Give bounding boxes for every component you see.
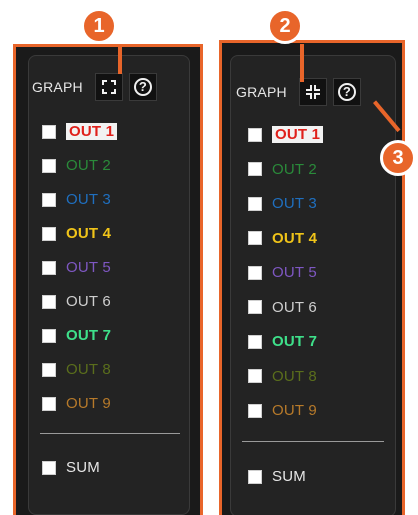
channel-row[interactable]: OUT 8 (248, 368, 317, 385)
help-button[interactable]: ? (128, 73, 157, 101)
channel-row[interactable]: OUT 8 (42, 361, 111, 378)
callout-connector (118, 46, 122, 74)
channel-label: OUT 1 (272, 126, 324, 143)
graph-header: GRAPH ? (32, 73, 157, 101)
channel-checkbox[interactable] (42, 158, 56, 173)
channel-checkbox[interactable] (42, 226, 56, 241)
channel-label: OUT 6 (66, 293, 111, 310)
channel-label: OUT 7 (272, 333, 318, 350)
channel-row[interactable]: OUT 3 (248, 195, 317, 212)
channel-checkbox[interactable] (42, 396, 56, 411)
channel-checkbox[interactable] (248, 196, 262, 211)
channel-row[interactable]: OUT 7 (42, 327, 111, 344)
channel-checkbox[interactable] (42, 124, 56, 139)
channel-checkbox[interactable] (42, 192, 56, 207)
graph-title: GRAPH (236, 84, 287, 100)
help-icon: ? (337, 83, 356, 101)
help-icon: ? (133, 78, 152, 96)
channel-row[interactable]: OUT 7 (248, 333, 317, 350)
sum-checkbox[interactable] (248, 469, 262, 484)
channel-checkbox[interactable] (42, 328, 56, 343)
collapse-button[interactable] (298, 78, 327, 106)
channel-row[interactable]: OUT 4 (42, 225, 111, 242)
channel-label: OUT 1 (66, 123, 118, 140)
channel-checkbox[interactable] (248, 127, 262, 142)
callout-badge-1: 1 (81, 8, 117, 44)
divider (40, 433, 180, 434)
channel-label: OUT 5 (272, 264, 317, 281)
channel-checkbox[interactable] (248, 334, 262, 349)
channel-checkbox[interactable] (248, 403, 262, 418)
channel-row[interactable]: OUT 2 (248, 161, 317, 178)
channel-row[interactable]: OUT 4 (248, 230, 317, 247)
channel-checkbox[interactable] (248, 162, 262, 176)
channel-checkbox[interactable] (42, 294, 56, 309)
channel-row[interactable]: OUT 9 (248, 402, 317, 419)
channel-checkbox[interactable] (248, 231, 262, 245)
channel-row[interactable]: OUT 6 (248, 299, 317, 316)
channel-label: OUT 4 (66, 225, 112, 242)
sum-label: SUM (272, 468, 306, 485)
channel-checkbox[interactable] (42, 362, 56, 377)
callout-badge-2: 2 (267, 8, 303, 44)
graph-panel-inner (230, 55, 396, 515)
channel-label: OUT 4 (272, 229, 318, 247)
channel-row[interactable]: OUT 1 (42, 123, 118, 140)
channel-label: OUT 9 (66, 395, 111, 412)
channel-row[interactable]: OUT 2 (42, 157, 111, 174)
graph-panel-expanded: GRAPH ? OUT 1 OUT 2 OUT 3 OUT 4 OUT 5 OUT 6 OU… (13, 44, 203, 515)
channel-row[interactable]: OUT 1 (248, 126, 324, 143)
channel-label: OUT 2 (272, 160, 317, 178)
channel-row[interactable]: OUT 9 (42, 395, 111, 412)
expand-button[interactable] (94, 73, 123, 101)
callout-connector (300, 44, 304, 82)
channel-checkbox[interactable] (248, 265, 262, 280)
channel-row[interactable]: OUT 6 (42, 293, 111, 310)
sum-label: SUM (66, 459, 100, 476)
channel-row[interactable]: OUT 3 (42, 191, 111, 208)
graph-title: GRAPH (32, 79, 83, 95)
channel-label: OUT 9 (272, 402, 317, 419)
sum-checkbox[interactable] (42, 460, 56, 475)
channel-row[interactable]: OUT 5 (42, 259, 111, 276)
channel-checkbox[interactable] (248, 300, 262, 314)
graph-header: GRAPH ? (236, 78, 361, 106)
callout-badge-3: 3 (380, 140, 416, 176)
expand-icon (101, 80, 116, 94)
graph-panel-collapsed: GRAPH ? OUT 1 OUT 2 OUT 3 OUT 4 OUT 5 OUT 6 OU… (219, 40, 405, 515)
stage: GRAPH ? OUT 1 OUT 2 OUT 3 OUT 4 OUT 5 OUT 6 OU… (0, 0, 418, 515)
channel-checkbox[interactable] (248, 369, 262, 383)
sum-row[interactable]: SUM (248, 468, 306, 485)
channel-checkbox[interactable] (42, 260, 56, 275)
channel-label: OUT 3 (272, 195, 317, 212)
sum-row[interactable]: SUM (42, 459, 100, 476)
divider (242, 441, 384, 442)
channel-label: OUT 8 (272, 367, 317, 385)
channel-label: OUT 7 (66, 327, 112, 344)
channel-row[interactable]: OUT 5 (248, 264, 317, 281)
channel-label: OUT 3 (66, 191, 111, 208)
collapse-icon (305, 85, 320, 99)
channel-label: OUT 8 (66, 361, 111, 378)
help-button[interactable]: ? (332, 78, 361, 106)
channel-label: OUT 6 (272, 298, 317, 316)
channel-label: OUT 5 (66, 259, 111, 276)
channel-label: OUT 2 (66, 157, 111, 174)
